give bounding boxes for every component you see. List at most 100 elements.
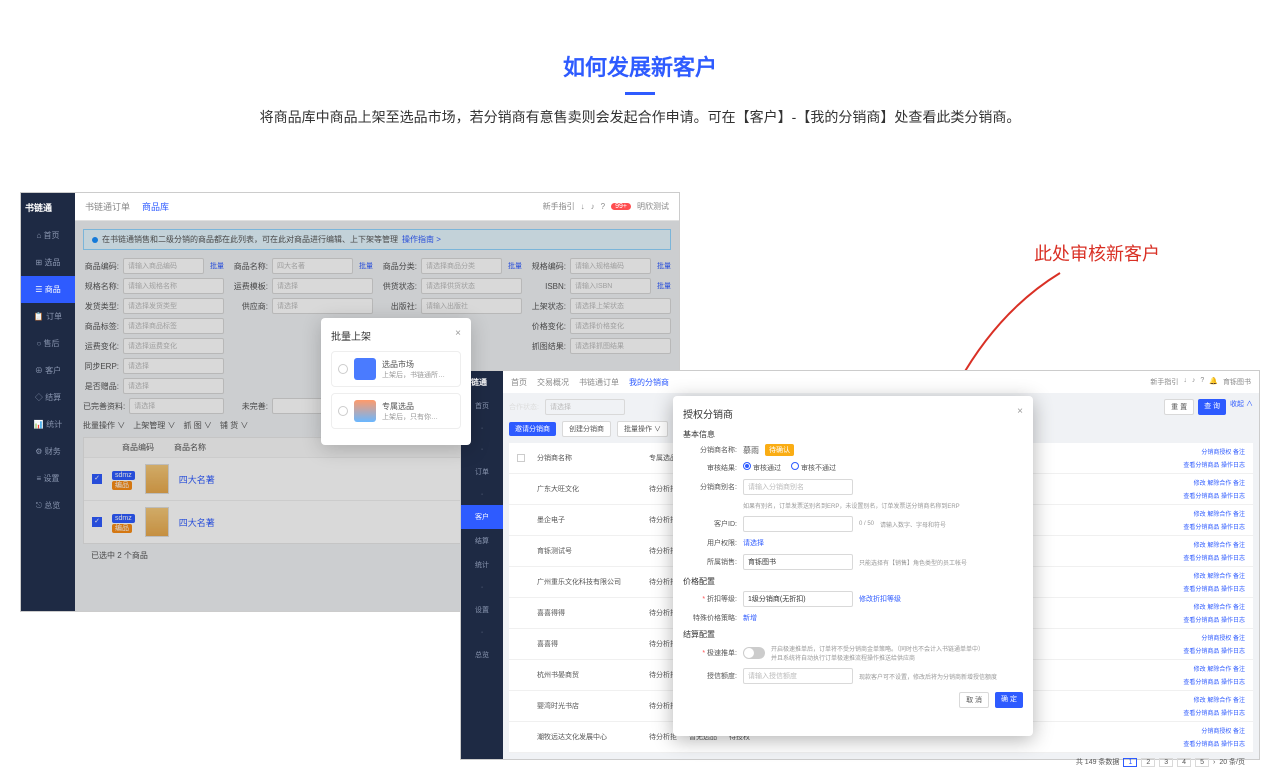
sidebar-item[interactable]: ⎋ 总览 (21, 492, 75, 519)
radio-approve[interactable]: 审核通过 (743, 462, 781, 473)
sidebar-item[interactable]: ○ 售后 (21, 330, 75, 357)
row-actions[interactable]: 修改 解除合作 备注查看分销商品 操作日志 (1155, 695, 1245, 717)
sidebar-item[interactable]: ⚙ 财务 (21, 438, 75, 465)
row-actions[interactable]: 修改 解除合作 备注查看分销商品 操作日志 (1155, 509, 1245, 531)
option-exclusive[interactable]: 专属选品 上架后，只有你… (331, 393, 461, 429)
app-logo: 书链通 (21, 193, 75, 222)
tab-product-library[interactable]: 商品库 (142, 200, 169, 213)
sidebar-item[interactable]: 总览 (461, 643, 503, 667)
tab-orders[interactable]: 书链通订单 (85, 200, 130, 213)
next-page[interactable]: › (1213, 759, 1215, 766)
fast-push-switch[interactable] (743, 647, 765, 659)
sidebar-item[interactable]: · (461, 484, 503, 505)
tab-trade[interactable]: 交易概况 (537, 377, 569, 388)
credit-label: 授信额度: (683, 671, 737, 681)
download-icon[interactable]: ↓ (1183, 377, 1187, 387)
sidebar-item[interactable]: ≡ 设置 (21, 465, 75, 492)
radio-icon[interactable] (338, 364, 348, 374)
bell-icon[interactable]: 🔔 (1209, 377, 1218, 387)
sidebar-item[interactable]: ◇ 结算 (21, 384, 75, 411)
radio-icon[interactable] (338, 406, 348, 416)
sales-select[interactable]: 育铄图书 (743, 554, 853, 570)
user-name[interactable]: 明欣测试 (637, 201, 669, 212)
invite-distributor-button[interactable]: 邀请分销商 (509, 422, 556, 436)
distributor-name: 广东大旺文化 (537, 484, 637, 494)
sidebar-item[interactable]: ⌂ 首页 (21, 222, 75, 249)
title-underline (625, 92, 655, 95)
confirm-button[interactable]: 确 定 (995, 692, 1023, 708)
tab-home[interactable]: 首页 (511, 377, 527, 388)
top-bar: 首页 交易概况 书链通订单 我的分销商 新手指引 ↓ ♪ ? 🔔 育铄图书 (503, 371, 1259, 393)
row-actions[interactable]: 分销商授权 备注查看分销商品 操作日志 (1155, 447, 1245, 469)
help-icon[interactable]: ? (601, 202, 605, 211)
page-2[interactable]: 2 (1141, 758, 1155, 767)
option-marketplace[interactable]: 选品市场 上架后，书链通所… (331, 351, 461, 387)
help-icon[interactable]: ? (1200, 377, 1204, 387)
sidebar-item[interactable]: 📋 订单 (21, 303, 75, 330)
guide-link[interactable]: 新手指引 (1150, 377, 1178, 387)
sidebar-item[interactable]: · (461, 622, 503, 643)
status-select[interactable]: 请选择 (545, 399, 625, 415)
tab-orders[interactable]: 书链通订单 (579, 377, 619, 388)
reset-button[interactable]: 重 置 (1164, 399, 1194, 415)
row-actions[interactable]: 分销商授权 备注查看分销商品 操作日志 (1155, 726, 1245, 748)
page-5[interactable]: 5 (1195, 758, 1209, 767)
sound-icon[interactable]: ♪ (1192, 377, 1196, 387)
alias-input[interactable]: 请输入分销商别名 (743, 479, 853, 495)
close-icon[interactable]: × (455, 328, 461, 343)
search-button[interactable]: 查 询 (1198, 399, 1226, 415)
sidebar-item[interactable]: 结算 (461, 529, 503, 553)
option-title: 专属选品 (382, 401, 438, 412)
customer-id-label: 客户ID: (683, 519, 737, 529)
distributor-name: 喜喜得 (537, 639, 637, 649)
sidebar-item[interactable]: 设置 (461, 598, 503, 622)
row-actions[interactable]: 修改 解除合作 备注查看分销商品 操作日志 (1155, 602, 1245, 624)
permission-label: 用户权限: (683, 538, 737, 548)
user-name[interactable]: 育铄图书 (1223, 377, 1251, 387)
sales-hint: 只能选择有【销售】角色类型的员工帐号 (859, 558, 967, 567)
checkbox[interactable] (517, 454, 525, 462)
customer-id-input[interactable] (743, 516, 853, 532)
row-actions[interactable]: 修改 解除合作 备注查看分销商品 操作日志 (1155, 571, 1245, 593)
close-icon[interactable]: × (1017, 406, 1023, 421)
exclusive-icon (354, 400, 376, 422)
page-4[interactable]: 4 (1177, 758, 1191, 767)
page-3[interactable]: 3 (1159, 758, 1173, 767)
guide-link[interactable]: 新手指引 (543, 201, 575, 212)
add-special-price-link[interactable]: 新增 (743, 613, 757, 623)
collapse-toggle[interactable]: 收起 ∧ (1230, 399, 1253, 415)
permission-select[interactable]: 请选择 (743, 538, 764, 548)
cancel-button[interactable]: 取 消 (959, 692, 989, 708)
sidebar-item[interactable]: ☰ 商品 (21, 276, 75, 303)
sidebar-item[interactable]: 客户 (461, 505, 503, 529)
sidebar-item[interactable]: 统计 (461, 553, 503, 577)
sidebar-item[interactable]: 📊 统计 (21, 411, 75, 438)
page-size[interactable]: 20 条/页 (1219, 757, 1245, 767)
row-actions[interactable]: 修改 解除合作 备注查看分销商品 操作日志 (1155, 664, 1245, 686)
discount-select[interactable]: 1级分销商(无折扣) (743, 591, 853, 607)
modal-title: 授权分销商 (683, 406, 733, 421)
batch-action-button[interactable]: 批量操作 ∨ (617, 421, 668, 437)
discount-label: 折扣等级: (683, 594, 737, 604)
sound-icon[interactable]: ♪ (591, 202, 595, 211)
sidebar-item[interactable]: ⊕ 客户 (21, 357, 75, 384)
customer-id-hint: 请输入数字、字母和符号 (880, 520, 946, 529)
sidebar-item[interactable]: 订单 (461, 460, 503, 484)
download-icon[interactable]: ↓ (581, 202, 585, 211)
row-actions[interactable]: 修改 解除合作 备注查看分销商品 操作日志 (1155, 478, 1245, 500)
fast-push-label: 极速推单: (683, 648, 737, 658)
tab-my-distributors[interactable]: 我的分销商 (629, 377, 669, 388)
modify-discount-link[interactable]: 修改折扣等级 (859, 594, 901, 604)
section-basic-info: 基本信息 (683, 429, 1023, 440)
sidebar-item[interactable]: ⊞ 选品 (21, 249, 75, 276)
sidebar-item[interactable]: · (461, 577, 503, 598)
create-distributor-button[interactable]: 创建分销商 (562, 421, 611, 437)
row-actions[interactable]: 修改 解除合作 备注查看分销商品 操作日志 (1155, 540, 1245, 562)
section-price-config: 价格配置 (683, 576, 1023, 587)
page-1[interactable]: 1 (1123, 758, 1137, 767)
distributor-name: 杭州书晏商贸 (537, 670, 637, 680)
radio-reject[interactable]: 审核不通过 (791, 462, 836, 473)
credit-input[interactable]: 请输入授信额度 (743, 668, 853, 684)
row-actions[interactable]: 分销商授权 备注查看分销商品 操作日志 (1155, 633, 1245, 655)
notification-badge[interactable]: 99+ (611, 203, 631, 210)
